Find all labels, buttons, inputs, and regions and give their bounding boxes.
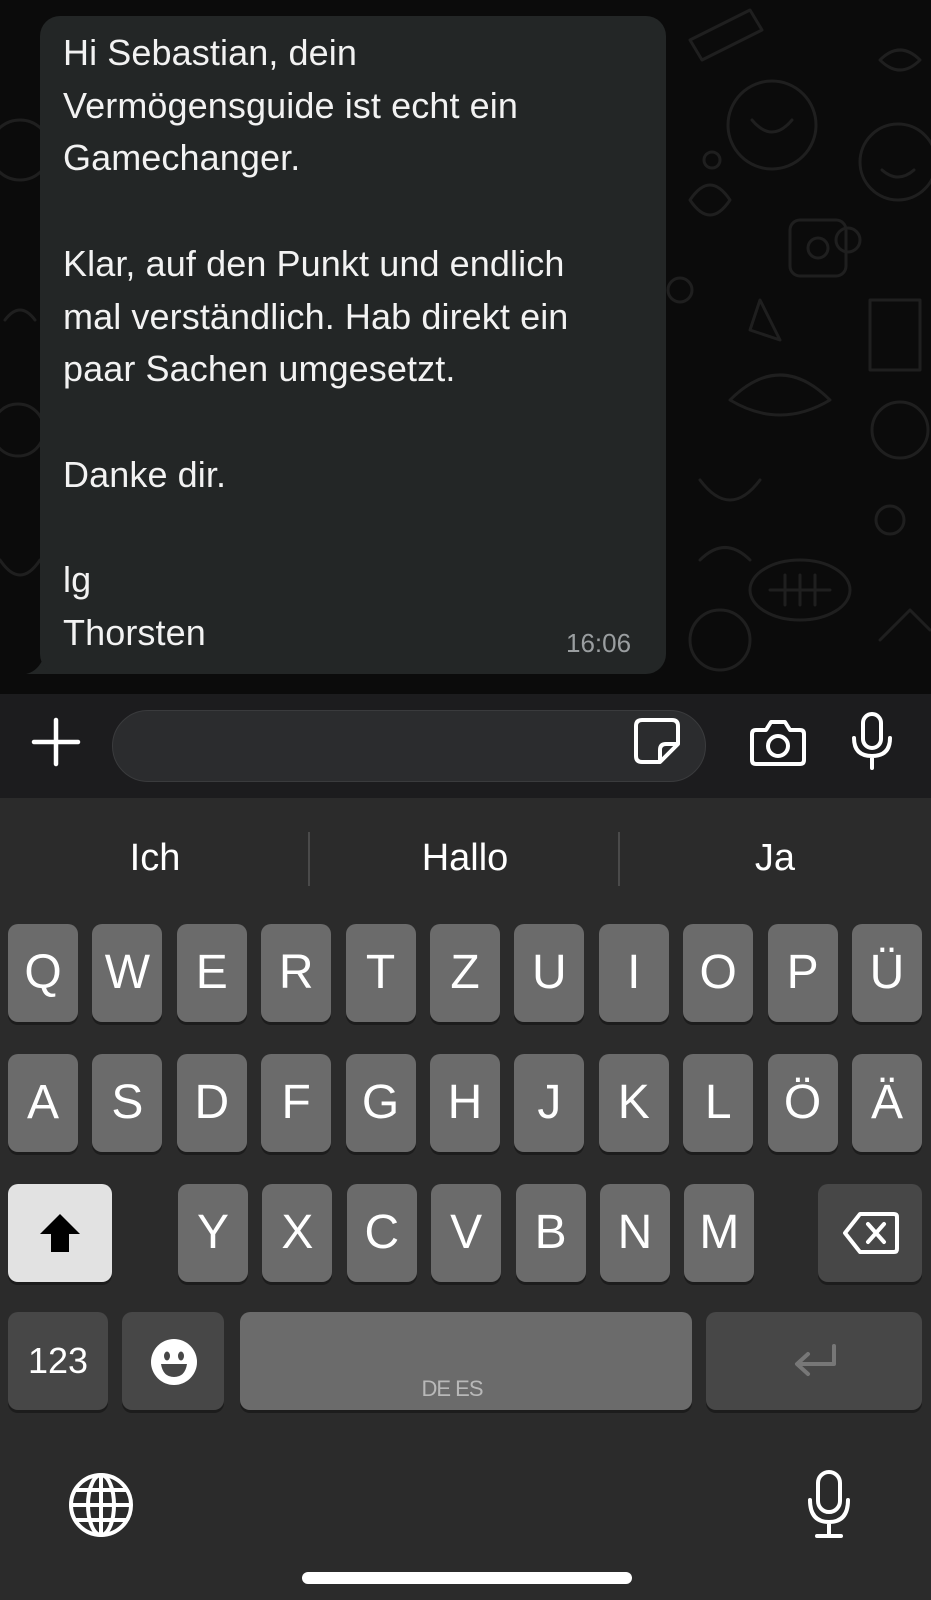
key-w[interactable]: W bbox=[92, 924, 163, 1022]
key-label: Ä bbox=[870, 1076, 903, 1129]
key-label: X bbox=[281, 1206, 314, 1259]
shift-key[interactable] bbox=[8, 1184, 112, 1282]
key-label: B bbox=[534, 1206, 567, 1259]
key-r[interactable]: R bbox=[261, 924, 332, 1022]
emoji-key[interactable] bbox=[122, 1312, 224, 1410]
key-label: Z bbox=[450, 946, 480, 999]
microphone-icon[interactable] bbox=[848, 710, 896, 772]
key-label: K bbox=[617, 1076, 650, 1129]
shift-icon bbox=[40, 1214, 80, 1252]
key-label: Ö bbox=[783, 1076, 822, 1129]
suggestion-bar: Ich Hallo Ja bbox=[0, 798, 931, 920]
key-label: C bbox=[364, 1206, 400, 1259]
key-label: S bbox=[111, 1076, 144, 1129]
key-ö[interactable]: Ö bbox=[767, 1054, 838, 1152]
key-label: T bbox=[365, 946, 396, 999]
backspace-key[interactable] bbox=[818, 1184, 922, 1282]
space-key[interactable]: DE ES bbox=[240, 1312, 692, 1410]
key-label: O bbox=[699, 946, 737, 999]
numbers-key[interactable]: 123 bbox=[8, 1312, 108, 1410]
sticker-icon[interactable] bbox=[630, 714, 684, 768]
home-indicator bbox=[302, 1572, 632, 1584]
key-h[interactable]: H bbox=[430, 1054, 500, 1152]
return-icon bbox=[795, 1344, 836, 1376]
key-label: N bbox=[617, 1206, 653, 1259]
key-label: E bbox=[195, 946, 228, 999]
numbers-key-label: 123 bbox=[27, 1340, 89, 1381]
key-label: P bbox=[786, 946, 819, 999]
key-label: H bbox=[447, 1076, 483, 1129]
message-time: 16:06 bbox=[566, 628, 632, 658]
key-a[interactable]: A bbox=[8, 1054, 78, 1152]
key-label: J bbox=[537, 1076, 562, 1129]
key-v[interactable]: V bbox=[431, 1184, 502, 1282]
key-j[interactable]: J bbox=[514, 1054, 585, 1152]
key-label: L bbox=[704, 1076, 732, 1129]
key-c[interactable]: C bbox=[346, 1184, 417, 1282]
suggestion-item[interactable]: Ich bbox=[0, 830, 310, 886]
message-text: Hi Sebastian, dein Vermögensguide ist ec… bbox=[63, 32, 569, 653]
key-d[interactable]: D bbox=[176, 1054, 247, 1152]
key-label: F bbox=[281, 1076, 311, 1129]
suggestion-item[interactable]: Hallo bbox=[310, 830, 620, 886]
backspace-icon bbox=[843, 1212, 899, 1254]
key-b[interactable]: B bbox=[515, 1184, 586, 1282]
space-language-label: DE ES bbox=[421, 1376, 483, 1401]
chat-area: Hi Sebastian, dein Vermögensguide ist ec… bbox=[0, 0, 931, 694]
keyboard-microphone-icon[interactable] bbox=[806, 1468, 852, 1540]
key-k[interactable]: K bbox=[598, 1054, 669, 1152]
message-input-bar bbox=[0, 694, 931, 798]
key-label: Q bbox=[24, 946, 62, 999]
key-u[interactable]: U bbox=[514, 924, 585, 1022]
key-z[interactable]: Z bbox=[430, 924, 500, 1022]
key-m[interactable]: M bbox=[684, 1184, 755, 1282]
key-label: Ü bbox=[869, 946, 905, 999]
key-label: G bbox=[361, 1076, 400, 1129]
key-x[interactable]: X bbox=[262, 1184, 333, 1282]
key-i[interactable]: I bbox=[598, 924, 669, 1022]
return-key[interactable] bbox=[706, 1312, 922, 1410]
keyboard: Ich Hallo Ja QWERT ZU I OPÜ ASDFGH J K LÖÄ YXC… bbox=[0, 798, 931, 1600]
globe-icon[interactable] bbox=[68, 1472, 134, 1538]
key-label: D bbox=[194, 1076, 230, 1129]
key-label: W bbox=[104, 946, 151, 999]
key-y[interactable]: Y bbox=[178, 1184, 248, 1282]
key-e[interactable]: E bbox=[176, 924, 247, 1022]
key-g[interactable]: G bbox=[345, 1054, 416, 1152]
key-s[interactable]: S bbox=[92, 1054, 163, 1152]
key-label: M bbox=[699, 1206, 740, 1259]
plus-icon[interactable] bbox=[28, 714, 84, 770]
key-q[interactable]: Q bbox=[8, 924, 78, 1022]
key-l[interactable]: L bbox=[683, 1054, 754, 1152]
key-label: V bbox=[450, 1206, 483, 1259]
key-o[interactable]: O bbox=[683, 924, 754, 1022]
message-input[interactable] bbox=[112, 710, 706, 782]
key-p[interactable]: P bbox=[767, 924, 838, 1022]
key-label: R bbox=[278, 946, 314, 999]
key-label: A bbox=[26, 1076, 59, 1129]
key-ä[interactable]: Ä bbox=[852, 1054, 922, 1152]
key-label: Y bbox=[196, 1206, 229, 1259]
suggestion-item[interactable]: Ja bbox=[620, 830, 930, 886]
emoji-icon bbox=[151, 1339, 197, 1385]
key-f[interactable]: F bbox=[261, 1054, 332, 1152]
key-t[interactable]: T bbox=[345, 924, 416, 1022]
key-label: I bbox=[627, 946, 641, 999]
camera-icon[interactable] bbox=[748, 714, 808, 770]
key-ü[interactable]: Ü bbox=[852, 924, 922, 1022]
key-label: U bbox=[532, 946, 567, 999]
key-n[interactable]: N bbox=[600, 1184, 670, 1282]
